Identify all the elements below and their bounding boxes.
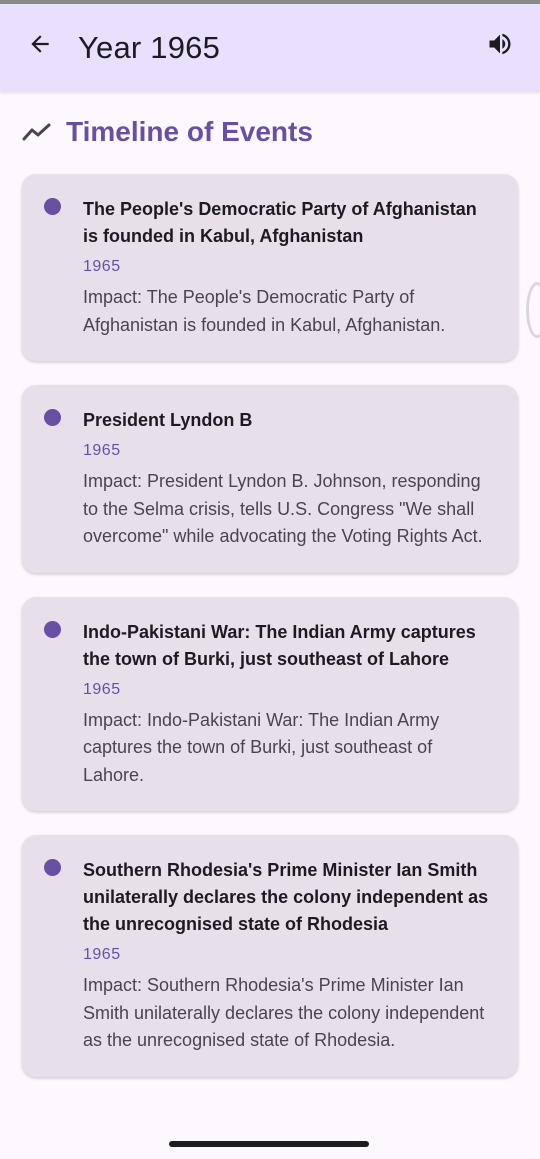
event-card[interactable]: President Lyndon B 1965 Impact: Presiden… [22, 385, 518, 573]
bullet-dot [44, 859, 61, 876]
event-card[interactable]: The People's Democratic Party of Afghani… [22, 174, 518, 361]
event-year: 1965 [83, 680, 121, 698]
trending-icon [22, 120, 54, 144]
bullet-dot [44, 409, 61, 426]
event-impact: Impact: Southern Rhodesia's Prime Minist… [83, 975, 485, 1050]
event-year: 1965 [83, 946, 121, 963]
back-button[interactable] [20, 26, 60, 66]
top-app-bar: Year 1965 [0, 4, 540, 92]
event-title: President Lyndon B [83, 410, 253, 430]
bullet-dot [44, 198, 61, 215]
edge-scroll-indicator [526, 282, 540, 338]
event-title: Indo-Pakistani War: The Indian Army capt… [83, 621, 476, 669]
arrow-back-icon [27, 31, 53, 62]
event-title: Southern Rhodesia's Prime Minister Ian S… [83, 860, 489, 934]
gesture-nav-handle[interactable] [169, 1141, 369, 1147]
event-list: The People's Democratic Party of Afghani… [22, 174, 518, 1101]
event-card[interactable]: Southern Rhodesia's Prime Minister Ian S… [22, 835, 518, 1077]
section-title: Timeline of Events [66, 116, 313, 147]
event-year: 1965 [83, 442, 121, 459]
event-impact: Impact: President Lyndon B. Johnson, res… [83, 471, 483, 546]
event-impact: Impact: The People's Democratic Party of… [83, 287, 446, 335]
page-title: Year 1965 [78, 30, 221, 65]
section-header: Timeline of Events [22, 112, 313, 152]
volume-up-icon [486, 30, 514, 63]
event-year: 1965 [83, 258, 121, 275]
event-card[interactable]: Indo-Pakistani War: The Indian Army capt… [22, 596, 518, 811]
event-title: The People's Democratic Party of Afghani… [83, 199, 477, 246]
bullet-dot [44, 620, 61, 638]
sound-button[interactable] [480, 26, 520, 66]
event-impact: Impact: Indo-Pakistani War: The Indian A… [83, 709, 440, 785]
